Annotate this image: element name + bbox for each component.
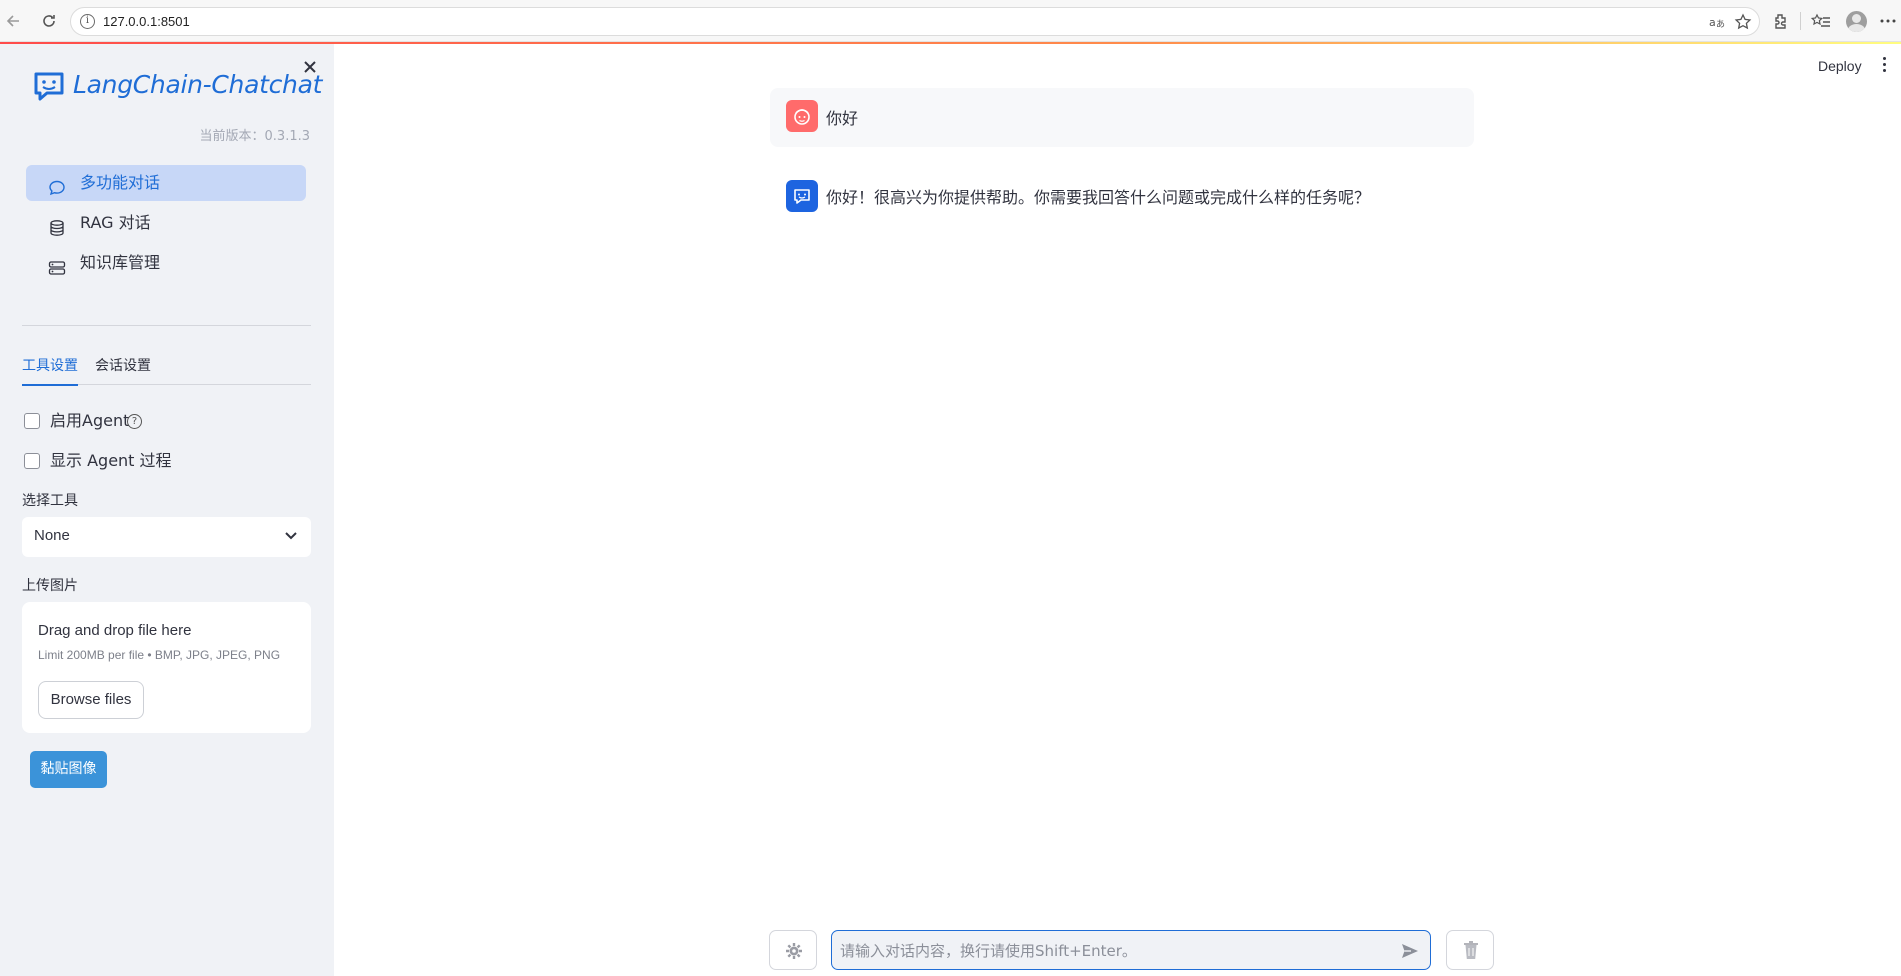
clear-chat-button[interactable] — [1446, 930, 1494, 970]
favorite-star-icon[interactable] — [1733, 12, 1753, 32]
reload-icon[interactable] — [38, 10, 60, 32]
checkbox-box[interactable] — [24, 453, 40, 469]
checkbox-label: 显示 Agent 过程 — [50, 451, 172, 470]
settings-button[interactable] — [769, 930, 817, 970]
select-value: None — [34, 527, 70, 544]
profile-avatar-icon[interactable] — [1846, 11, 1867, 32]
chat-input-bar — [769, 930, 1494, 970]
gear-icon — [786, 943, 802, 959]
nav-item-multifunction-chat[interactable]: 多功能对话 — [26, 165, 306, 201]
chat-input-field[interactable] — [831, 930, 1431, 970]
logo-chat-icon — [34, 72, 64, 101]
svg-text:a: a — [1709, 16, 1716, 29]
extensions-icon[interactable] — [1770, 10, 1792, 32]
nav-item-knowledge-base[interactable]: 知识库管理 — [26, 245, 306, 281]
help-icon[interactable]: ? — [127, 414, 142, 429]
checkbox-label: 启用Agent — [50, 411, 130, 430]
tab-session-settings[interactable]: 会话设置 — [95, 355, 151, 384]
database-icon — [48, 214, 66, 236]
nav-item-rag-chat[interactable]: RAG 对话 — [26, 205, 306, 241]
toolbar-divider — [1800, 12, 1801, 30]
logo-text: LangChain-Chatchat — [73, 70, 323, 99]
message-text: 你好！很高兴为你提供帮助。你需要我回答什么问题或完成什么样的任务呢？ — [826, 188, 1371, 207]
checkbox-box[interactable] — [24, 413, 40, 429]
deploy-button[interactable]: Deploy — [1818, 58, 1862, 74]
version-text: 当前版本：0.3.1.3 — [199, 129, 310, 144]
chat-input[interactable] — [840, 939, 1380, 963]
assistant-avatar-icon — [786, 180, 818, 212]
favorites-icon[interactable] — [1810, 10, 1832, 32]
user-avatar-icon — [786, 100, 818, 132]
sidebar-divider — [22, 325, 311, 326]
dropzone-title: Drag and drop file here — [38, 622, 192, 639]
select-tool-label: 选择工具 — [22, 493, 78, 509]
settings-tabs: 工具设置 会话设置 — [22, 349, 311, 386]
paste-image-button[interactable]: 黏贴图像 — [30, 751, 107, 788]
address-bar[interactable]: i 127.0.0.1:8501 aあ — [70, 7, 1760, 36]
nav-item-label: 多功能对话 — [80, 173, 161, 192]
chat-message-user: 你好 — [770, 88, 1474, 147]
server-icon — [48, 254, 66, 275]
upload-image-label: 上传图片 — [22, 578, 78, 594]
browser-toolbar: i 127.0.0.1:8501 aあ — [0, 0, 1901, 42]
select-tool-dropdown[interactable]: None — [22, 517, 311, 557]
browse-files-button[interactable]: Browse files — [38, 681, 144, 719]
sidebar: LangChain-Chatchat 当前版本：0.3.1.3 多功能对话 RA… — [0, 44, 334, 976]
trash-icon — [1464, 941, 1478, 959]
nav-menu: 多功能对话 RAG 对话 知识库管理 — [26, 165, 306, 285]
site-info-icon[interactable]: i — [80, 14, 95, 29]
chat-bubble-icon — [48, 174, 66, 196]
translate-icon[interactable]: aあ — [1707, 12, 1727, 32]
dropzone-limit: Limit 200MB per file • BMP, JPG, JPEG, P… — [38, 648, 281, 662]
chat-message-assistant: 你好！很高兴为你提供帮助。你需要我回答什么问题或完成什么样的任务呢？ — [770, 168, 1474, 218]
tab-tool-settings[interactable]: 工具设置 — [22, 355, 78, 386]
back-icon[interactable] — [4, 10, 26, 32]
file-dropzone[interactable]: Drag and drop file here Limit 200MB per … — [22, 602, 311, 733]
main-menu-icon[interactable] — [1880, 57, 1888, 75]
nav-item-label: RAG 对话 — [80, 213, 151, 232]
url-text[interactable]: 127.0.0.1:8501 — [103, 14, 190, 29]
send-icon[interactable] — [1400, 941, 1420, 961]
nav-item-label: 知识库管理 — [80, 253, 161, 272]
chevron-down-icon — [283, 527, 299, 543]
message-text: 你好 — [826, 109, 859, 128]
svg-text:あ: あ — [1716, 19, 1725, 30]
browser-more-icon[interactable] — [1877, 10, 1899, 32]
app-logo: LangChain-Chatchat — [33, 66, 322, 106]
